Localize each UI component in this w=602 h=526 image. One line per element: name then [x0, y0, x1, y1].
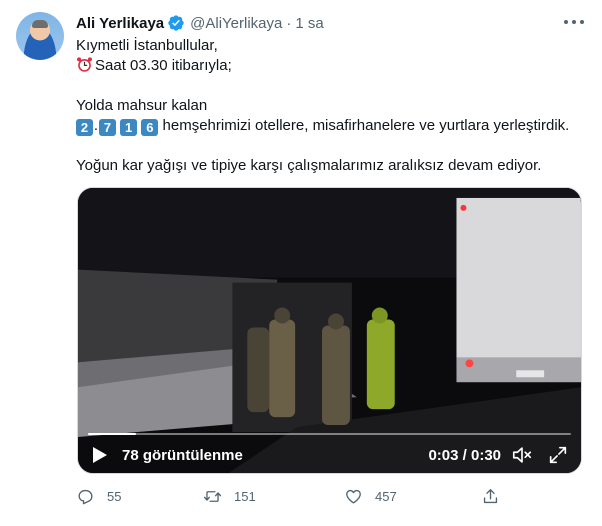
keycap-digit-2: 7: [99, 119, 116, 136]
share-icon: [483, 488, 498, 503]
retweet-button[interactable]: 151: [203, 485, 256, 507]
author-handle[interactable]: @AliYerlikaya: [190, 15, 282, 32]
alarm-clock-icon: [77, 57, 92, 72]
tweet[interactable]: Ali Yerlikaya @AliYerlikaya · 1 sa Kıyme…: [0, 0, 602, 526]
tweet-actions: 55 151 457: [76, 485, 506, 507]
tweet-header: Ali Yerlikaya @AliYerlikaya · 1 sa: [76, 13, 324, 33]
tweet-text-line-4-label: hemşehrimizi otellere, misafirhanelere v…: [162, 117, 570, 134]
tweet-text-line-1: Kıymetli İstanbullular,: [76, 37, 218, 54]
keycap-digit-4: 6: [141, 119, 159, 136]
avatar[interactable]: [16, 12, 64, 60]
fullscreen-icon[interactable]: [547, 444, 569, 466]
mute-icon[interactable]: [511, 444, 533, 466]
retweet-icon: [203, 490, 222, 502]
video-controls-bar: 78 görüntülenme 0:03 / 0:30: [78, 423, 581, 473]
reply-button[interactable]: 55: [76, 485, 121, 507]
verified-badge-icon: [168, 15, 184, 31]
play-icon[interactable]: [92, 446, 108, 464]
video-view-count: 78 görüntülenme: [122, 447, 243, 464]
timestamp[interactable]: 1 sa: [295, 15, 323, 32]
tweet-text-line-5: Yoğun kar yağışı ve tipiye karşı çalışma…: [76, 157, 542, 174]
share-button[interactable]: [481, 485, 500, 507]
video-timecode: 0:03 / 0:30: [428, 447, 501, 464]
like-button[interactable]: 457: [344, 485, 397, 507]
more-options-icon[interactable]: [564, 14, 584, 30]
like-count: 457: [375, 488, 397, 504]
tweet-text-line-2: Saat 03.30 itibarıyla;: [76, 56, 232, 76]
author-name[interactable]: Ali Yerlikaya: [76, 15, 164, 32]
tweet-text-line-3: Yolda mahsur kalan: [76, 97, 208, 114]
tweet-text-line-4: 2.7 1 6 hemşehrimizi otellere, misafirha…: [76, 116, 569, 136]
keycap-digit-1: 2: [76, 119, 93, 136]
reply-count: 55: [107, 488, 122, 504]
video-progress-fill: [88, 433, 137, 435]
retweet-count: 151: [234, 488, 256, 504]
keycap-digit-3: 1: [120, 119, 138, 136]
heart-icon: [346, 489, 361, 504]
avatar-hair: [32, 20, 48, 28]
reply-icon: [78, 489, 93, 504]
video-progress-bar[interactable]: [88, 433, 571, 435]
tweet-text-line-2-label: Saat 03.30 itibarıyla;: [95, 57, 232, 74]
video-player[interactable]: 78 görüntülenme 0:03 / 0:30: [77, 187, 582, 474]
separator-dot: ·: [286, 14, 292, 32]
